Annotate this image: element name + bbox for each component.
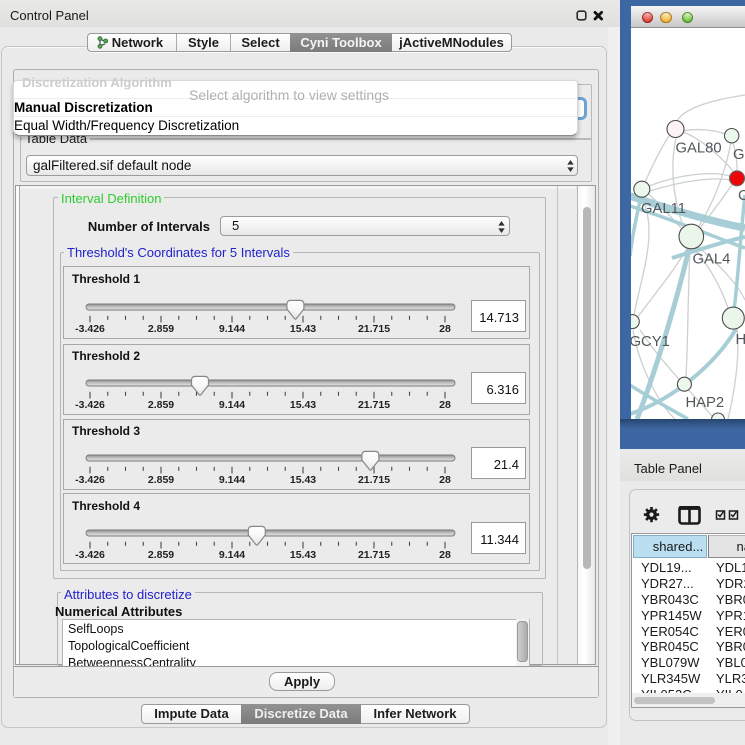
svg-text:2.859: 2.859 [148, 399, 174, 411]
svg-text:2.859: 2.859 [148, 549, 174, 561]
svg-text:15.43: 15.43 [290, 323, 316, 335]
svg-text:-3.426: -3.426 [75, 323, 105, 335]
svg-text:9.144: 9.144 [219, 399, 245, 411]
svg-text:H: H [736, 332, 745, 348]
svg-text:GAL11: GAL11 [641, 201, 686, 217]
svg-text:15.43: 15.43 [290, 549, 316, 561]
svg-text:21.715: 21.715 [358, 474, 390, 486]
svg-text:28: 28 [439, 399, 451, 411]
svg-text:GCY1: GCY1 [631, 334, 670, 350]
svg-text:2.859: 2.859 [148, 323, 174, 335]
svg-text:28: 28 [439, 549, 451, 561]
svg-text:GAL80: GAL80 [676, 140, 722, 156]
svg-text:21.715: 21.715 [358, 399, 390, 411]
svg-text:9.144: 9.144 [219, 549, 245, 561]
svg-text:2.859: 2.859 [148, 474, 174, 486]
svg-text:-3.426: -3.426 [75, 549, 105, 561]
svg-text:GAL4: GAL4 [693, 252, 731, 268]
svg-text:21.715: 21.715 [358, 549, 390, 561]
svg-text:9.144: 9.144 [219, 474, 245, 486]
svg-text:-3.426: -3.426 [75, 474, 105, 486]
svg-text:9.144: 9.144 [219, 323, 245, 335]
svg-text:28: 28 [439, 474, 451, 486]
svg-text:15.43: 15.43 [290, 399, 316, 411]
svg-text:G.: G. [733, 147, 745, 163]
svg-text:28: 28 [439, 323, 451, 335]
svg-text:C: C [738, 188, 745, 204]
svg-text:-3.426: -3.426 [75, 399, 105, 411]
svg-text:15.43: 15.43 [290, 474, 316, 486]
svg-text:HAP2: HAP2 [686, 395, 725, 411]
svg-text:21.715: 21.715 [358, 323, 390, 335]
